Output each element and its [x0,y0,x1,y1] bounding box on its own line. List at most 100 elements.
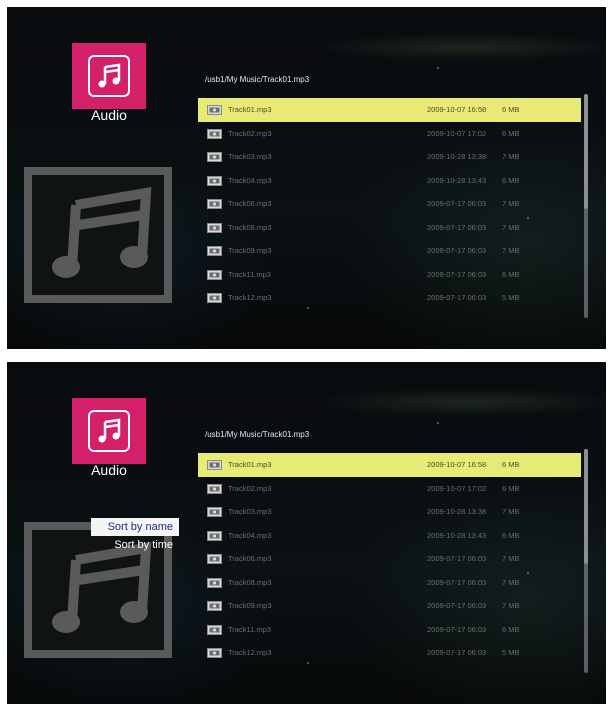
file-size: 5 MB [502,648,520,657]
file-date: 2009-10-07 16:58 [427,460,487,469]
file-size: 7 MB [502,222,520,232]
audio-file-icon [207,483,222,494]
audio-file-icon [207,269,222,280]
audio-file-icon [207,530,222,541]
file-row[interactable]: Track02.mp3 2009-10-07 17:02 6 MB [198,477,581,501]
app-label: Audio [91,462,127,478]
file-name: Track08.mp3 [228,577,272,587]
file-row[interactable]: Track03.mp3 2009-10-28 13:38 7 MB [198,500,581,524]
file-row[interactable]: Track06.mp3 2009-07-17 06:03 7 MB [198,192,581,216]
file-size: 7 MB [502,246,520,255]
file-row[interactable]: Track08.mp3 2009-07-17 06:03 7 MB [198,216,581,240]
file-row[interactable]: Track11.mp3 2009-07-17 06:03 6 MB [198,263,581,287]
audio-file-icon [207,601,222,611]
file-size: 6 MB [502,460,520,469]
audio-file-icon [207,293,222,303]
file-name: Track12.mp3 [228,648,272,657]
file-size: 7 MB [502,554,520,563]
audio-browser-screen: Audio /usb1/My Music/Track01.mp3 Track01… [7,7,606,349]
file-size: 7 MB [502,577,520,587]
file-date: 2009-10-28 13:43 [427,530,487,540]
file-name: Track09.mp3 [228,246,272,255]
file-size: 6 MB [502,624,520,634]
file-size: 7 MB [502,199,520,208]
file-size: 6 MB [502,269,520,279]
file-name: Track04.mp3 [228,530,272,540]
file-name: Track01.mp3 [228,105,272,114]
file-row[interactable]: Track12.mp3 2009-07-17 06:03 5 MB [198,286,581,310]
file-row[interactable]: Track09.mp3 2009-07-17 06:03 7 MB [198,594,581,618]
audio-browser-screen-sort-menu: Audio Sort by name Sort by time /usb1/My… [7,362,606,704]
file-row[interactable]: Track01.mp3 2009-10-07 16:58 6 MB [198,98,581,122]
scrollbar[interactable] [584,94,588,318]
audio-file-icon [207,577,222,588]
audio-app-icon[interactable] [72,43,146,109]
audio-file-icon [207,222,222,233]
scrollbar-thumb[interactable] [584,94,588,209]
file-list: Track01.mp3 2009-10-07 16:58 6 MB Track02.m… [198,98,581,310]
file-row[interactable]: Track09.mp3 2009-07-17 06:03 7 MB [198,239,581,263]
music-note-icon [52,187,152,278]
file-date: 2009-07-17 06:03 [427,601,487,610]
file-row[interactable]: Track04.mp3 2009-10-28 13:43 6 MB [198,169,581,193]
audio-file-icon [207,246,222,256]
file-date: 2009-07-17 06:03 [427,554,487,563]
audio-file-icon [207,554,222,564]
file-date: 2009-07-17 06:03 [427,246,487,255]
file-size: 6 MB [502,483,520,493]
audio-file-icon [207,648,222,658]
file-list: Track01.mp3 2009-10-07 16:58 6 MB Track02.m… [198,453,581,665]
file-name: Track08.mp3 [228,222,272,232]
sort-by-name-option[interactable]: Sort by name [91,518,179,536]
audio-app-icon[interactable] [72,398,146,464]
audio-file-icon [207,460,222,470]
file-row[interactable]: Track04.mp3 2009-10-28 13:43 6 MB [198,524,581,548]
file-date: 2009-10-28 13:38 [427,152,487,161]
music-note-icon [88,410,130,452]
file-date: 2009-07-17 06:03 [427,222,487,232]
album-art-placeholder [24,167,172,303]
file-size: 6 MB [502,128,520,138]
file-date: 2009-10-07 16:58 [427,105,487,114]
file-date: 2009-10-07 17:02 [427,128,487,138]
file-date: 2009-07-17 06:03 [427,199,487,208]
file-name: Track01.mp3 [228,460,272,469]
file-name: Track04.mp3 [228,175,272,185]
background-star [437,422,439,424]
current-path: /usb1/My Music/Track01.mp3 [205,430,310,439]
sort-by-time-option[interactable]: Sort by time [91,536,179,554]
scrollbar[interactable] [584,449,588,673]
file-date: 2009-07-17 06:03 [427,648,487,657]
file-date: 2009-10-28 13:43 [427,175,487,185]
file-size: 6 MB [502,175,520,185]
file-size: 5 MB [502,293,520,302]
file-row[interactable]: Track01.mp3 2009-10-07 16:58 6 MB [198,453,581,477]
music-note-icon [88,55,130,97]
file-name: Track09.mp3 [228,601,272,610]
audio-file-icon [207,105,222,115]
file-date: 2009-10-07 17:02 [427,483,487,493]
file-row[interactable]: Track06.mp3 2009-07-17 06:03 7 MB [198,547,581,571]
scrollbar-thumb[interactable] [584,449,588,564]
file-size: 7 MB [502,507,520,516]
file-row[interactable]: Track12.mp3 2009-07-17 06:03 5 MB [198,641,581,665]
file-date: 2009-07-17 06:03 [427,269,487,279]
audio-file-icon [207,199,222,209]
file-name: Track11.mp3 [228,624,271,634]
file-name: Track12.mp3 [228,293,272,302]
file-row[interactable]: Track08.mp3 2009-07-17 06:03 7 MB [198,571,581,595]
file-name: Track11.mp3 [228,269,271,279]
file-name: Track02.mp3 [228,128,272,138]
file-row[interactable]: Track03.mp3 2009-10-28 13:38 7 MB [198,145,581,169]
file-date: 2009-07-17 06:03 [427,293,487,302]
file-name: Track03.mp3 [228,507,272,516]
file-size: 6 MB [502,105,520,114]
file-date: 2009-10-28 13:38 [427,507,487,516]
current-path: /usb1/My Music/Track01.mp3 [205,75,310,84]
file-row[interactable]: Track11.mp3 2009-07-17 06:03 6 MB [198,618,581,642]
file-row[interactable]: Track02.mp3 2009-10-07 17:02 6 MB [198,122,581,146]
audio-file-icon [207,175,222,186]
file-name: Track02.mp3 [228,483,272,493]
file-size: 6 MB [502,530,520,540]
audio-file-icon [207,624,222,635]
